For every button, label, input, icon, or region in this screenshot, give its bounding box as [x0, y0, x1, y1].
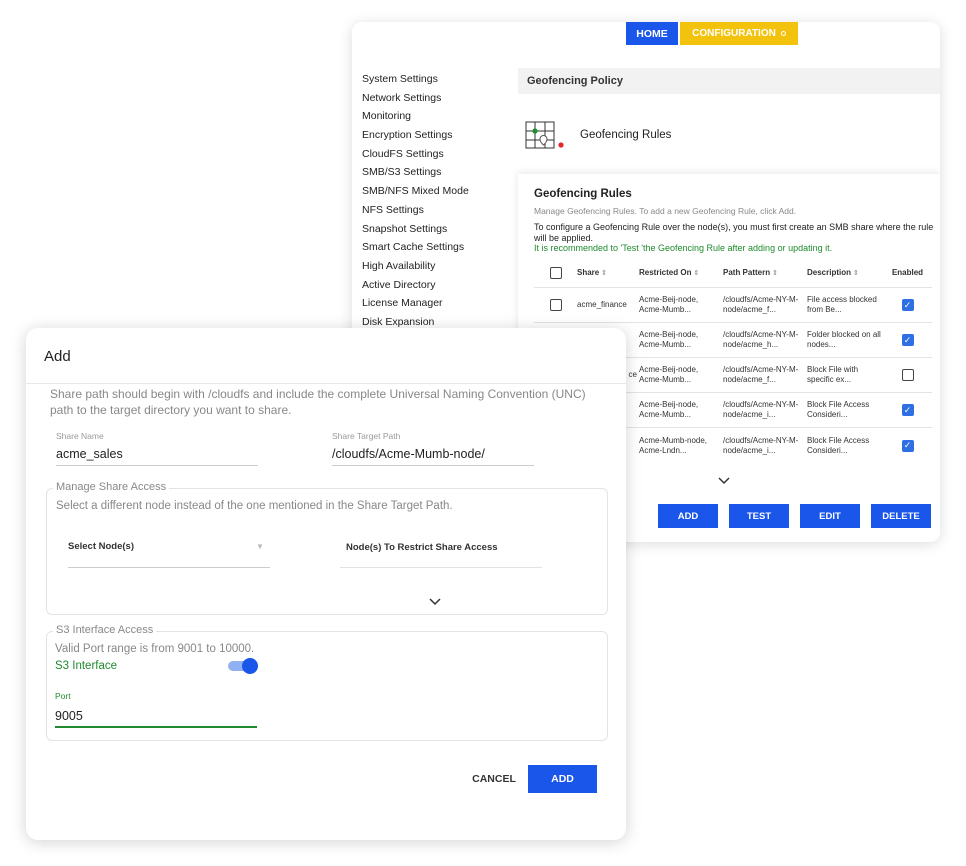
- geofencing-rules-label: Geofencing Rules: [580, 129, 672, 141]
- chevron-down-icon[interactable]: [429, 593, 441, 611]
- sidebar-item-monitoring[interactable]: Monitoring: [362, 107, 469, 126]
- row-select-checkbox[interactable]: [549, 299, 562, 311]
- share-target-path-underline: [332, 465, 534, 466]
- column-header-share[interactable]: Share ⇕: [577, 268, 639, 277]
- share-name-label: Share Name: [56, 431, 104, 441]
- manage-share-access-legend: Manage Share Access: [53, 481, 170, 493]
- nav-configuration-tab[interactable]: CONFIGURATION: [680, 22, 798, 45]
- dropdown-caret-icon: ▼: [256, 542, 264, 551]
- enabled-checkbox[interactable]: ✓: [901, 299, 914, 311]
- top-nav: HOME CONFIGURATION: [626, 22, 798, 45]
- column-header-path-label: Path Pattern: [723, 268, 771, 277]
- share-name-input[interactable]: acme_sales: [56, 447, 123, 461]
- select-nodes-dropdown[interactable]: [68, 567, 270, 568]
- manage-share-access-desc: Select a different node instead of the o…: [56, 500, 453, 512]
- add-rule-button[interactable]: ADD: [658, 504, 718, 528]
- s3-interface-label: S3 Interface: [55, 660, 118, 672]
- sort-icon: ⇕: [853, 270, 859, 277]
- cell-description: Folder blocked on all nodes...: [807, 330, 881, 349]
- column-header-restricted-on[interactable]: Restricted On ⇕: [639, 268, 723, 277]
- sort-icon: ⇕: [772, 270, 778, 277]
- column-header-description-label: Description: [807, 268, 852, 277]
- dialog-divider: [26, 383, 626, 384]
- enabled-checkbox[interactable]: ✓: [901, 404, 914, 416]
- sidebar-item-encryption-settings[interactable]: Encryption Settings: [362, 126, 469, 145]
- geofencing-rules-tile[interactable]: Geofencing Rules: [524, 118, 671, 152]
- cell-description: Block File Access Consideri...: [807, 400, 870, 419]
- cell-restricted-on: Acme-Beij-node, Acme-Mumb...: [639, 295, 699, 314]
- column-header-restricted-label: Restricted On: [639, 268, 692, 277]
- cell-path-pattern: /cloudfs/Acme-NY-M-node/acme_f...: [723, 295, 799, 314]
- dialog-title: Add: [44, 348, 71, 365]
- cell-restricted-on: Acme-Beij-node, Acme-Mumb...: [639, 400, 699, 419]
- sidebar-item-system-settings[interactable]: System Settings: [362, 70, 469, 89]
- rules-panel-warning: It is recommended to 'Test 'the Geofenci…: [534, 243, 833, 253]
- s3-interface-toggle[interactable]: [228, 658, 258, 674]
- sidebar-item-nfs-settings[interactable]: NFS Settings: [362, 201, 469, 220]
- rules-action-bar: ADD TEST EDIT DELETE: [658, 504, 931, 528]
- enabled-checkbox[interactable]: [901, 369, 914, 381]
- test-rule-button[interactable]: TEST: [729, 504, 789, 528]
- enabled-checkbox[interactable]: ✓: [901, 439, 914, 452]
- cell-share: acme_finance: [577, 300, 627, 309]
- cell-restricted-on: Acme-Beij-node, Acme-Mumb...: [639, 330, 699, 349]
- port-label: Port: [55, 691, 71, 701]
- rules-panel-title: Geofencing Rules: [534, 188, 632, 200]
- sort-icon: ⇕: [601, 270, 608, 277]
- expand-more-icon[interactable]: [718, 474, 730, 488]
- toggle-knob: [242, 658, 258, 674]
- cell-description: File access blocked from Be...: [807, 295, 877, 314]
- rules-table-header: Share ⇕ Restricted On ⇕ Path Pattern ⇕ Desc…: [534, 258, 932, 288]
- sidebar-item-smb-nfs-mixed-mode[interactable]: SMB/NFS Mixed Mode: [362, 182, 469, 201]
- sidebar-item-active-directory[interactable]: Active Directory: [362, 276, 469, 295]
- cell-path-pattern: /cloudfs/Acme-NY-M-node/acme_i...: [723, 435, 799, 455]
- share-target-path-label: Share Target Path: [332, 431, 401, 441]
- cell-path-pattern: /cloudfs/Acme-NY-M-node/acme_i...: [723, 400, 799, 419]
- sidebar-item-snapshot-settings[interactable]: Snapshot Settings: [362, 220, 469, 239]
- sidebar-item-cloudfs-settings[interactable]: CloudFS Settings: [362, 145, 469, 164]
- cell-description: Block File Access Consideri...: [807, 435, 870, 455]
- enabled-checkbox[interactable]: ✓: [901, 334, 914, 346]
- column-header-description[interactable]: Description ⇕: [807, 268, 883, 277]
- s3-interface-access-legend: S3 Interface Access: [53, 624, 157, 636]
- edit-rule-button[interactable]: EDIT: [800, 504, 860, 528]
- cell-path-pattern: /cloudfs/Acme-NY-M-node/acme_f...: [723, 365, 799, 384]
- select-nodes-label: Select Node(s): [68, 541, 134, 552]
- sidebar-item-smart-cache-settings[interactable]: Smart Cache Settings: [362, 238, 469, 257]
- column-header-path-pattern[interactable]: Path Pattern ⇕: [723, 268, 807, 277]
- rules-panel-info: To configure a Geofencing Rule over the …: [534, 222, 934, 243]
- s3-port-range-desc: Valid Port range is from 9001 to 10000.: [55, 643, 255, 655]
- geofence-map-icon: [524, 118, 564, 152]
- dialog-note: Share path should begin with /cloudfs an…: [50, 387, 586, 417]
- cell-description: Block File with specific ex...: [807, 365, 859, 384]
- sidebar-item-smb-s3-settings[interactable]: SMB/S3 Settings: [362, 163, 469, 182]
- nav-home-tab[interactable]: HOME: [626, 22, 678, 45]
- sort-icon: ⇕: [693, 270, 700, 277]
- share-name-underline: [56, 465, 258, 466]
- sidebar-item-high-availability[interactable]: High Availability: [362, 257, 469, 276]
- cancel-button[interactable]: CANCEL: [466, 765, 522, 793]
- settings-dot-icon: [780, 31, 786, 36]
- cell-restricted-on: Acme-Mumb-node, Acme-Lndn...: [639, 435, 708, 455]
- table-row[interactable]: acme_finance Acme-Beij-node, Acme-Mumb..…: [534, 288, 932, 323]
- add-share-dialog: Add Share path should begin with /cloudf…: [26, 328, 626, 840]
- select-all-checkbox[interactable]: [549, 266, 562, 279]
- sidebar-item-license-manager[interactable]: License Manager: [362, 294, 469, 313]
- column-header-enabled: Enabled: [891, 268, 924, 277]
- cell-path-pattern: /cloudfs/Acme-NY-M-node/acme_h...: [723, 330, 799, 349]
- restrict-nodes-field[interactable]: [340, 567, 542, 568]
- column-header-share-label: Share: [577, 268, 600, 277]
- restrict-nodes-label: Node(s) To Restrict Share Access: [346, 542, 498, 553]
- settings-sidebar: System Settings Network Settings Monitor…: [362, 70, 469, 332]
- delete-rule-button[interactable]: DELETE: [871, 504, 931, 528]
- geofencing-policy-header: Geofencing Policy: [518, 68, 940, 94]
- port-underline: [55, 726, 257, 728]
- share-target-path-input[interactable]: /cloudfs/Acme-Mumb-node/: [332, 447, 485, 461]
- cell-restricted-on: Acme-Beij-node, Acme-Mumb...: [639, 365, 699, 384]
- sidebar-item-network-settings[interactable]: Network Settings: [362, 89, 469, 108]
- rules-panel-subtitle: Manage Geofencing Rules. To add a new Ge…: [534, 206, 797, 216]
- nav-configuration-label: CONFIGURATION: [692, 28, 776, 39]
- port-input[interactable]: 9005: [55, 709, 83, 723]
- add-button[interactable]: ADD: [528, 765, 597, 793]
